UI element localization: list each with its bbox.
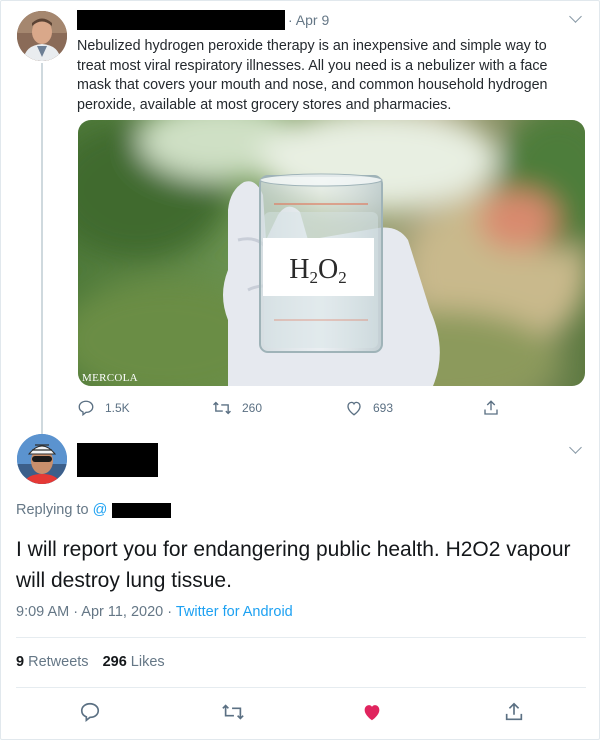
like-button[interactable]: 693 [345, 399, 393, 417]
retweets-stat[interactable]: 9 Retweets [16, 654, 89, 670]
thread-connector-line [41, 63, 43, 435]
like-icon [347, 401, 361, 416]
reply-button[interactable] [79, 701, 101, 728]
redacted-handle [112, 503, 171, 518]
source-link[interactable]: Twitter for Android [176, 604, 293, 620]
share-button[interactable] [482, 399, 510, 417]
svg-text:H2O2: H2O2 [289, 254, 346, 287]
image-watermark: MERCOLA [82, 372, 138, 384]
timestamp-text[interactable]: 9:09 AM · Apr 11, 2020 · [16, 604, 176, 620]
author-avatar[interactable] [17, 11, 67, 61]
divider [16, 637, 586, 638]
engagement-stats: 9 Retweets 296 Likes [16, 654, 165, 670]
chevron-down-icon[interactable] [569, 441, 582, 454]
replying-to-handle[interactable]: @ [93, 502, 108, 518]
share-button[interactable] [503, 701, 525, 728]
chevron-down-icon[interactable] [569, 10, 582, 23]
like-icon [364, 705, 380, 721]
retweet-icon [213, 401, 231, 415]
tweet-text: Nebulized hydrogen peroxide therapy is a… [77, 38, 548, 113]
reply-icon [78, 400, 94, 417]
redacted-author-name [77, 10, 285, 30]
tweet-thread-card: · Apr 9 Nebulized hydrogen peroxide ther… [0, 0, 600, 740]
retweet-icon [222, 704, 244, 720]
tweet-date[interactable]: · Apr 9 [288, 12, 329, 28]
redacted-reply-author-name [77, 443, 158, 477]
like-button-active[interactable] [361, 701, 383, 728]
replying-to-line: Replying to @ [16, 502, 108, 518]
reply-text: I will report you for endangering public… [16, 538, 571, 592]
retweet-button[interactable]: 260 [212, 399, 262, 417]
tweet-media-image[interactable]: H2O2 MERCOLA [78, 120, 585, 386]
retweet-button[interactable] [221, 701, 245, 728]
tweet-action-bar: 1.5K 260 693 [77, 399, 577, 419]
reply-author-avatar[interactable] [17, 434, 67, 484]
likes-stat[interactable]: 296 Likes [103, 654, 165, 670]
share-icon [505, 702, 523, 721]
divider [16, 687, 586, 688]
reply-timestamp: 9:09 AM · Apr 11, 2020 · Twitter for And… [16, 604, 293, 620]
reply-icon [80, 702, 100, 722]
reply-button[interactable]: 1.5K [77, 399, 130, 417]
share-icon [484, 400, 498, 415]
